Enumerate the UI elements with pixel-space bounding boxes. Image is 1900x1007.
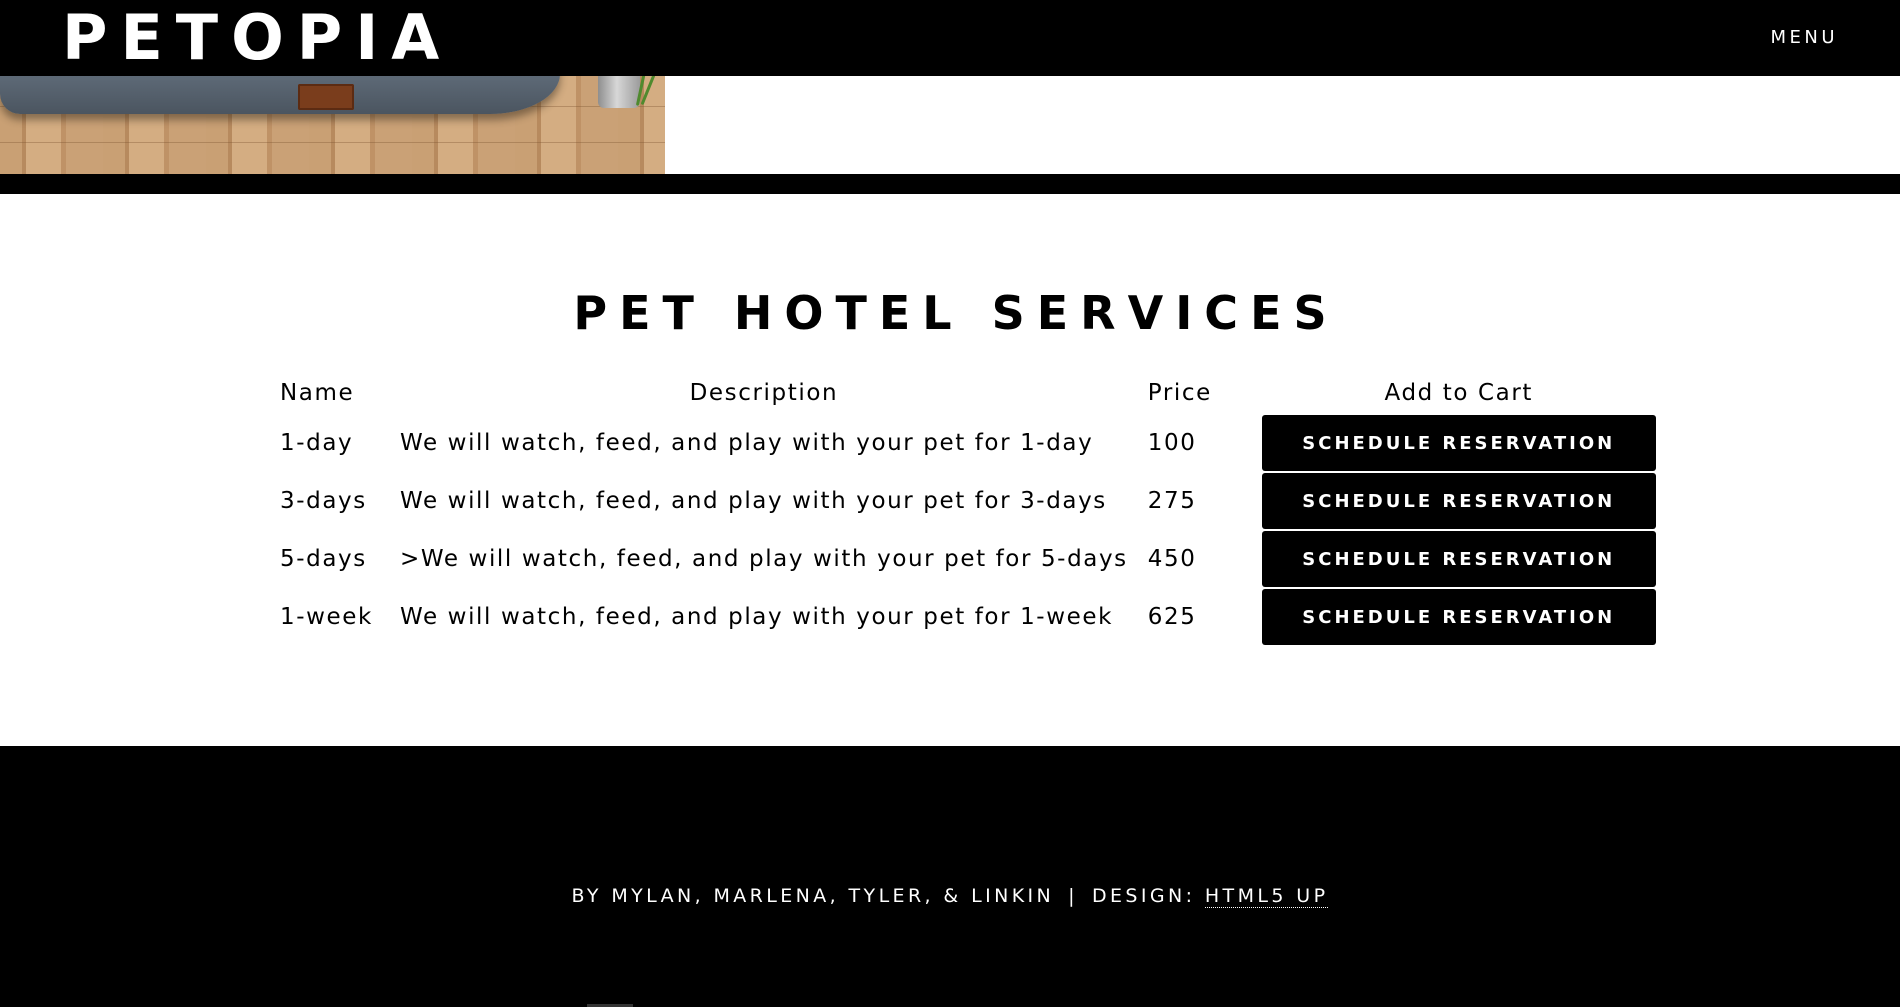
services-table: Name Description Price Add to Cart 1-day…: [270, 372, 1666, 646]
footer-credits: BY MYLAN, MARLENA, TYLER, & LINKIN | DESIG…: [0, 884, 1900, 908]
cart-cell: SCHEDULE RESERVATION: [1252, 588, 1666, 646]
service-description: We will watch, feed, and play with your …: [400, 488, 1107, 514]
metal-bowl: [598, 76, 640, 108]
bed-label-tag: [298, 84, 354, 110]
site-logo[interactable]: PETOPIA: [62, 0, 452, 76]
table-row: 1-day We will watch, feed, and play with…: [270, 414, 1666, 472]
schedule-reservation-button[interactable]: SCHEDULE RESERVATION: [1261, 531, 1656, 587]
site-header: PETOPIA MENU: [0, 0, 1900, 76]
service-price: 100: [1147, 430, 1197, 456]
column-header-description: Description: [689, 380, 839, 406]
service-price: 450: [1147, 546, 1197, 572]
schedule-reservation-button[interactable]: SCHEDULE RESERVATION: [1261, 415, 1656, 471]
menu-button[interactable]: MENU: [1770, 0, 1838, 76]
service-description: We will watch, feed, and play with your …: [400, 430, 1094, 456]
column-header-cart: Add to Cart: [1384, 380, 1533, 406]
column-header-price: Price: [1147, 380, 1212, 406]
table-row: 3-days We will watch, feed, and play wit…: [270, 472, 1666, 530]
service-description: We will watch, feed, and play with your …: [400, 604, 1114, 630]
credits-text: BY MYLAN, MARLENA, TYLER, & LINKIN: [571, 885, 1055, 907]
service-name: 1-week: [280, 604, 373, 630]
schedule-reservation-button[interactable]: SCHEDULE RESERVATION: [1261, 473, 1656, 529]
table-row: 5-days >We will watch, feed, and play wi…: [270, 530, 1666, 588]
service-price: 625: [1147, 604, 1197, 630]
hero-banner: [0, 76, 1900, 174]
service-description: >We will watch, feed, and play with your…: [400, 546, 1128, 572]
cart-cell: SCHEDULE RESERVATION: [1252, 530, 1666, 588]
schedule-reservation-button[interactable]: SCHEDULE RESERVATION: [1261, 589, 1656, 645]
column-header-name: Name: [280, 380, 355, 406]
hero-divider: [0, 174, 1900, 194]
footer-separator: |: [1068, 885, 1078, 907]
service-price: 275: [1147, 488, 1197, 514]
service-name: 1-day: [280, 430, 354, 456]
service-name: 5-days: [280, 546, 367, 572]
html5up-link[interactable]: HTML5 UP: [1204, 885, 1329, 908]
service-name: 3-days: [280, 488, 367, 514]
cart-cell: SCHEDULE RESERVATION: [1252, 472, 1666, 530]
table-header-row: Name Description Price Add to Cart: [270, 372, 1666, 414]
services-title: PET HOTEL SERVICES: [573, 286, 1339, 340]
site-footer: BY MYLAN, MARLENA, TYLER, & LINKIN | DESIG…: [0, 746, 1900, 1007]
pet-bed-photo: [0, 76, 665, 174]
pet-bed-shape: [0, 76, 560, 114]
cart-cell: SCHEDULE RESERVATION: [1252, 414, 1666, 472]
table-row: 1-week We will watch, feed, and play wit…: [270, 588, 1666, 646]
design-label: DESIGN:: [1091, 885, 1196, 907]
